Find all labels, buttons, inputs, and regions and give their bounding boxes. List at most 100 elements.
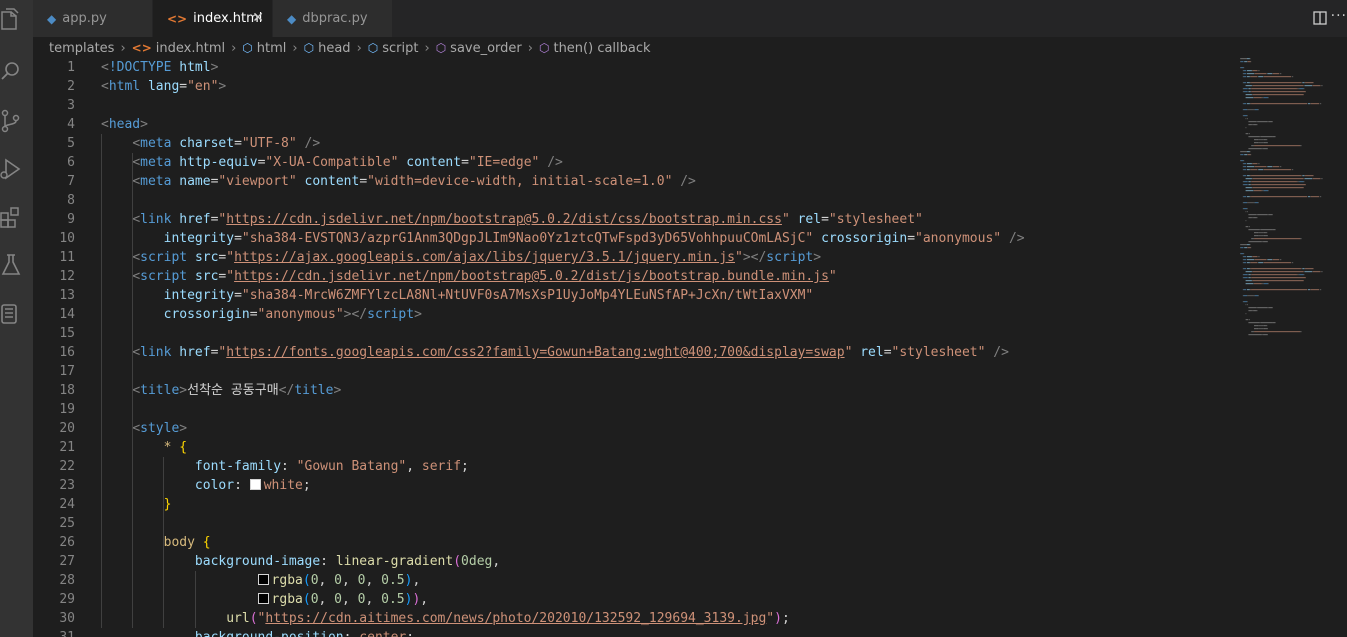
code-line[interactable]: 14 crossorigin="anonymous"></script> (33, 305, 1233, 324)
code-line[interactable]: 16 <link href="https://fonts.googleapis.… (33, 343, 1233, 362)
element-cube-icon: ⬡ (303, 41, 315, 55)
breadcrumb-callback[interactable]: then() callback (553, 41, 650, 56)
split-editor-icon[interactable] (1313, 10, 1327, 29)
code-line[interactable]: 7 <meta name="viewport" content="width=d… (33, 172, 1233, 191)
line-number: 2 (67, 79, 75, 94)
code-text: background-image: linear-gradient(0deg, (194, 554, 501, 569)
code-line[interactable]: 5 <meta charset="UTF-8" /> (33, 134, 1233, 153)
color-swatch-icon[interactable] (249, 479, 261, 490)
code-line[interactable]: 6 <meta http-equiv="X-UA-Compatible" con… (33, 153, 1233, 172)
minimap-stroke (1245, 85, 1252, 87)
explorer-icon[interactable] (0, 8, 22, 32)
code-line[interactable]: 11 <script src="https://ajax.googleapis.… (33, 248, 1233, 267)
minimap[interactable] (1236, 58, 1336, 358)
minimap-stroke (1242, 70, 1244, 72)
color-swatch-icon[interactable] (257, 593, 269, 604)
minimap-stroke (1256, 325, 1258, 327)
code-line[interactable]: 28 rgba(0, 0, 0, 0.5), (33, 571, 1233, 590)
more-actions-icon[interactable]: ··· (1331, 8, 1347, 24)
code-line[interactable]: 2 <html lang="en"> (33, 77, 1233, 96)
minimap-stroke (1263, 235, 1266, 237)
minimap-stroke (1272, 259, 1280, 261)
code-line[interactable]: 9 <link href="https://cdn.jsdelivr.net/n… (33, 210, 1233, 229)
minimap-stroke (1243, 268, 1247, 270)
minimap-stroke (1248, 229, 1260, 231)
breadcrumb-templates[interactable]: templates (49, 41, 114, 56)
breadcrumb-html[interactable]: html (257, 41, 287, 56)
minimap-stroke (1260, 232, 1262, 234)
minimap-stroke (1243, 76, 1247, 78)
minimap-stroke (1265, 235, 1267, 237)
minimap-stroke (1251, 238, 1254, 240)
line-number: 6 (67, 155, 75, 170)
code-line[interactable]: 1 <!DOCTYPE html> (33, 58, 1233, 77)
vertical-scrollbar[interactable] (1338, 58, 1347, 637)
code-line[interactable]: 21 * { (33, 438, 1233, 457)
code-line[interactable]: 8 (33, 191, 1233, 210)
code-line[interactable]: 17 (33, 362, 1233, 381)
code-line[interactable]: 23 color: white; (33, 476, 1233, 495)
code-line[interactable]: 10 integrity="sha384-EVSTQN3/azprG1Anm3Q… (33, 229, 1233, 248)
tab-dbprac-py[interactable]: ◆ dbprac.py (273, 0, 393, 37)
code-line[interactable]: 29 rgba(0, 0, 0, 0.5)), (33, 590, 1233, 609)
minimap-stroke (1261, 328, 1263, 330)
minimap-stroke (1251, 277, 1252, 279)
minimap-stroke (1242, 73, 1244, 75)
minimap-stroke (1300, 238, 1301, 240)
tab-app-py[interactable]: ◆ app.py (33, 0, 153, 37)
minimap-stroke (1247, 115, 1248, 117)
code-text: body { (163, 535, 211, 550)
minimap-stroke (1243, 262, 1247, 264)
minimap-stroke (1249, 175, 1251, 177)
code-line[interactable]: 22 font-family: "Gowun Batang", serif; (33, 457, 1233, 476)
close-icon[interactable]: ✕ (252, 10, 264, 26)
minimap-stroke (1300, 268, 1302, 270)
code-line[interactable]: 13 integrity="sha384-MrcW6ZMFYlzcLA8Nl+N… (33, 286, 1233, 305)
code-line[interactable]: 25 (33, 514, 1233, 533)
search-icon[interactable] (0, 59, 22, 83)
minimap-stroke (1249, 169, 1251, 171)
minimap-stroke (1254, 166, 1267, 168)
code-line[interactable]: 4 <head> (33, 115, 1233, 134)
minimap-stroke (1249, 58, 1251, 60)
minimap-stroke (1267, 307, 1269, 309)
minimap-stroke (1299, 145, 1301, 147)
code-editor[interactable]: 1 <!DOCTYPE html> 2 <html lang="en"> 3 4 <head… (33, 58, 1233, 637)
breadcrumb-save-order[interactable]: save_order (450, 41, 522, 56)
code-line[interactable]: 26 body { (33, 533, 1233, 552)
minimap-stroke (1253, 217, 1257, 219)
function-cube-icon: ⬡ (538, 41, 550, 55)
color-swatch-icon[interactable] (257, 574, 269, 585)
code-line[interactable]: 19 (33, 400, 1233, 419)
minimap-stroke (1300, 331, 1301, 333)
code-line[interactable]: 15 (33, 324, 1233, 343)
code-line[interactable]: 24 } (33, 495, 1233, 514)
minimap-stroke (1245, 319, 1249, 321)
minimap-stroke (1250, 274, 1252, 276)
code-line[interactable]: 12 <script src="https://cdn.jsdelivr.net… (33, 267, 1233, 286)
run-debug-icon[interactable] (0, 157, 22, 181)
breadcrumb-head[interactable]: head (318, 41, 350, 56)
testing-flask-icon[interactable] (0, 253, 22, 277)
minimap-stroke (1272, 166, 1280, 168)
code-line[interactable]: 27 background-image: linear-gradient(0de… (33, 552, 1233, 571)
code-line[interactable]: 20 <style> (33, 419, 1233, 438)
minimap-stroke (1307, 103, 1310, 105)
remote-explorer-icon[interactable] (0, 302, 22, 326)
breadcrumb-script[interactable]: script (382, 41, 418, 56)
minimap-stroke (1263, 262, 1292, 264)
tab-index-html[interactable]: <> index.html ✕ (153, 0, 273, 37)
minimap-stroke (1321, 178, 1323, 180)
minimap-stroke (1243, 88, 1248, 90)
minimap-stroke (1243, 169, 1247, 171)
source-control-icon[interactable] (0, 109, 22, 133)
extensions-icon[interactable] (0, 205, 22, 229)
code-line[interactable]: 18 <title>선착순 공동구매</title> (33, 381, 1233, 400)
breadcrumb-file[interactable]: index.html (156, 41, 225, 56)
minimap-stroke (1254, 259, 1267, 261)
minimap-stroke (1250, 262, 1258, 264)
code-line[interactable]: 31 background-position: center; (33, 628, 1233, 637)
minimap-stroke (1247, 262, 1250, 264)
code-line[interactable]: 3 (33, 96, 1233, 115)
code-line[interactable]: 30 url("https://cdn.aitimes.com/news/pho… (33, 609, 1233, 628)
